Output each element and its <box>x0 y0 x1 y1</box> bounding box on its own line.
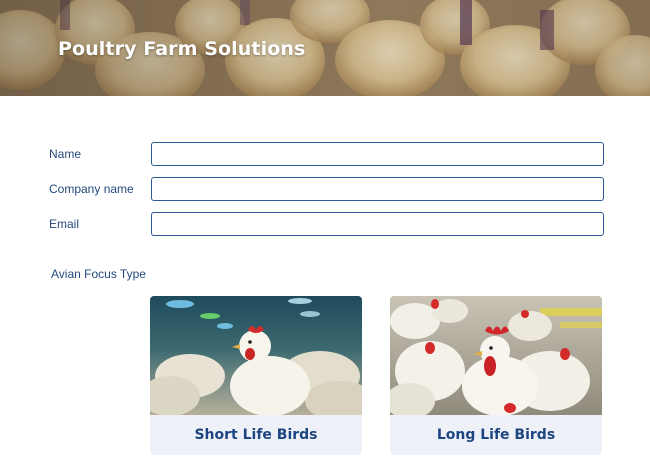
email-field[interactable] <box>151 212 604 236</box>
company-name-label: Company name <box>49 182 134 196</box>
short-life-birds-option[interactable]: Short Life Birds <box>150 296 362 455</box>
short-life-birds-image <box>150 296 362 415</box>
company-name-field[interactable] <box>151 177 604 201</box>
name-label: Name <box>49 147 82 161</box>
email-label: Email <box>49 217 80 231</box>
long-life-birds-image <box>390 296 602 415</box>
avian-focus-label: Avian Focus Type <box>51 267 146 281</box>
long-life-birds-option[interactable]: Long Life Birds <box>390 296 602 455</box>
name-field[interactable] <box>151 142 604 166</box>
page-title: Poultry Farm Solutions <box>58 38 306 60</box>
long-life-birds-label: Long Life Birds <box>390 415 602 455</box>
header-banner: Poultry Farm Solutions <box>0 0 650 96</box>
short-life-birds-label: Short Life Birds <box>150 415 362 455</box>
